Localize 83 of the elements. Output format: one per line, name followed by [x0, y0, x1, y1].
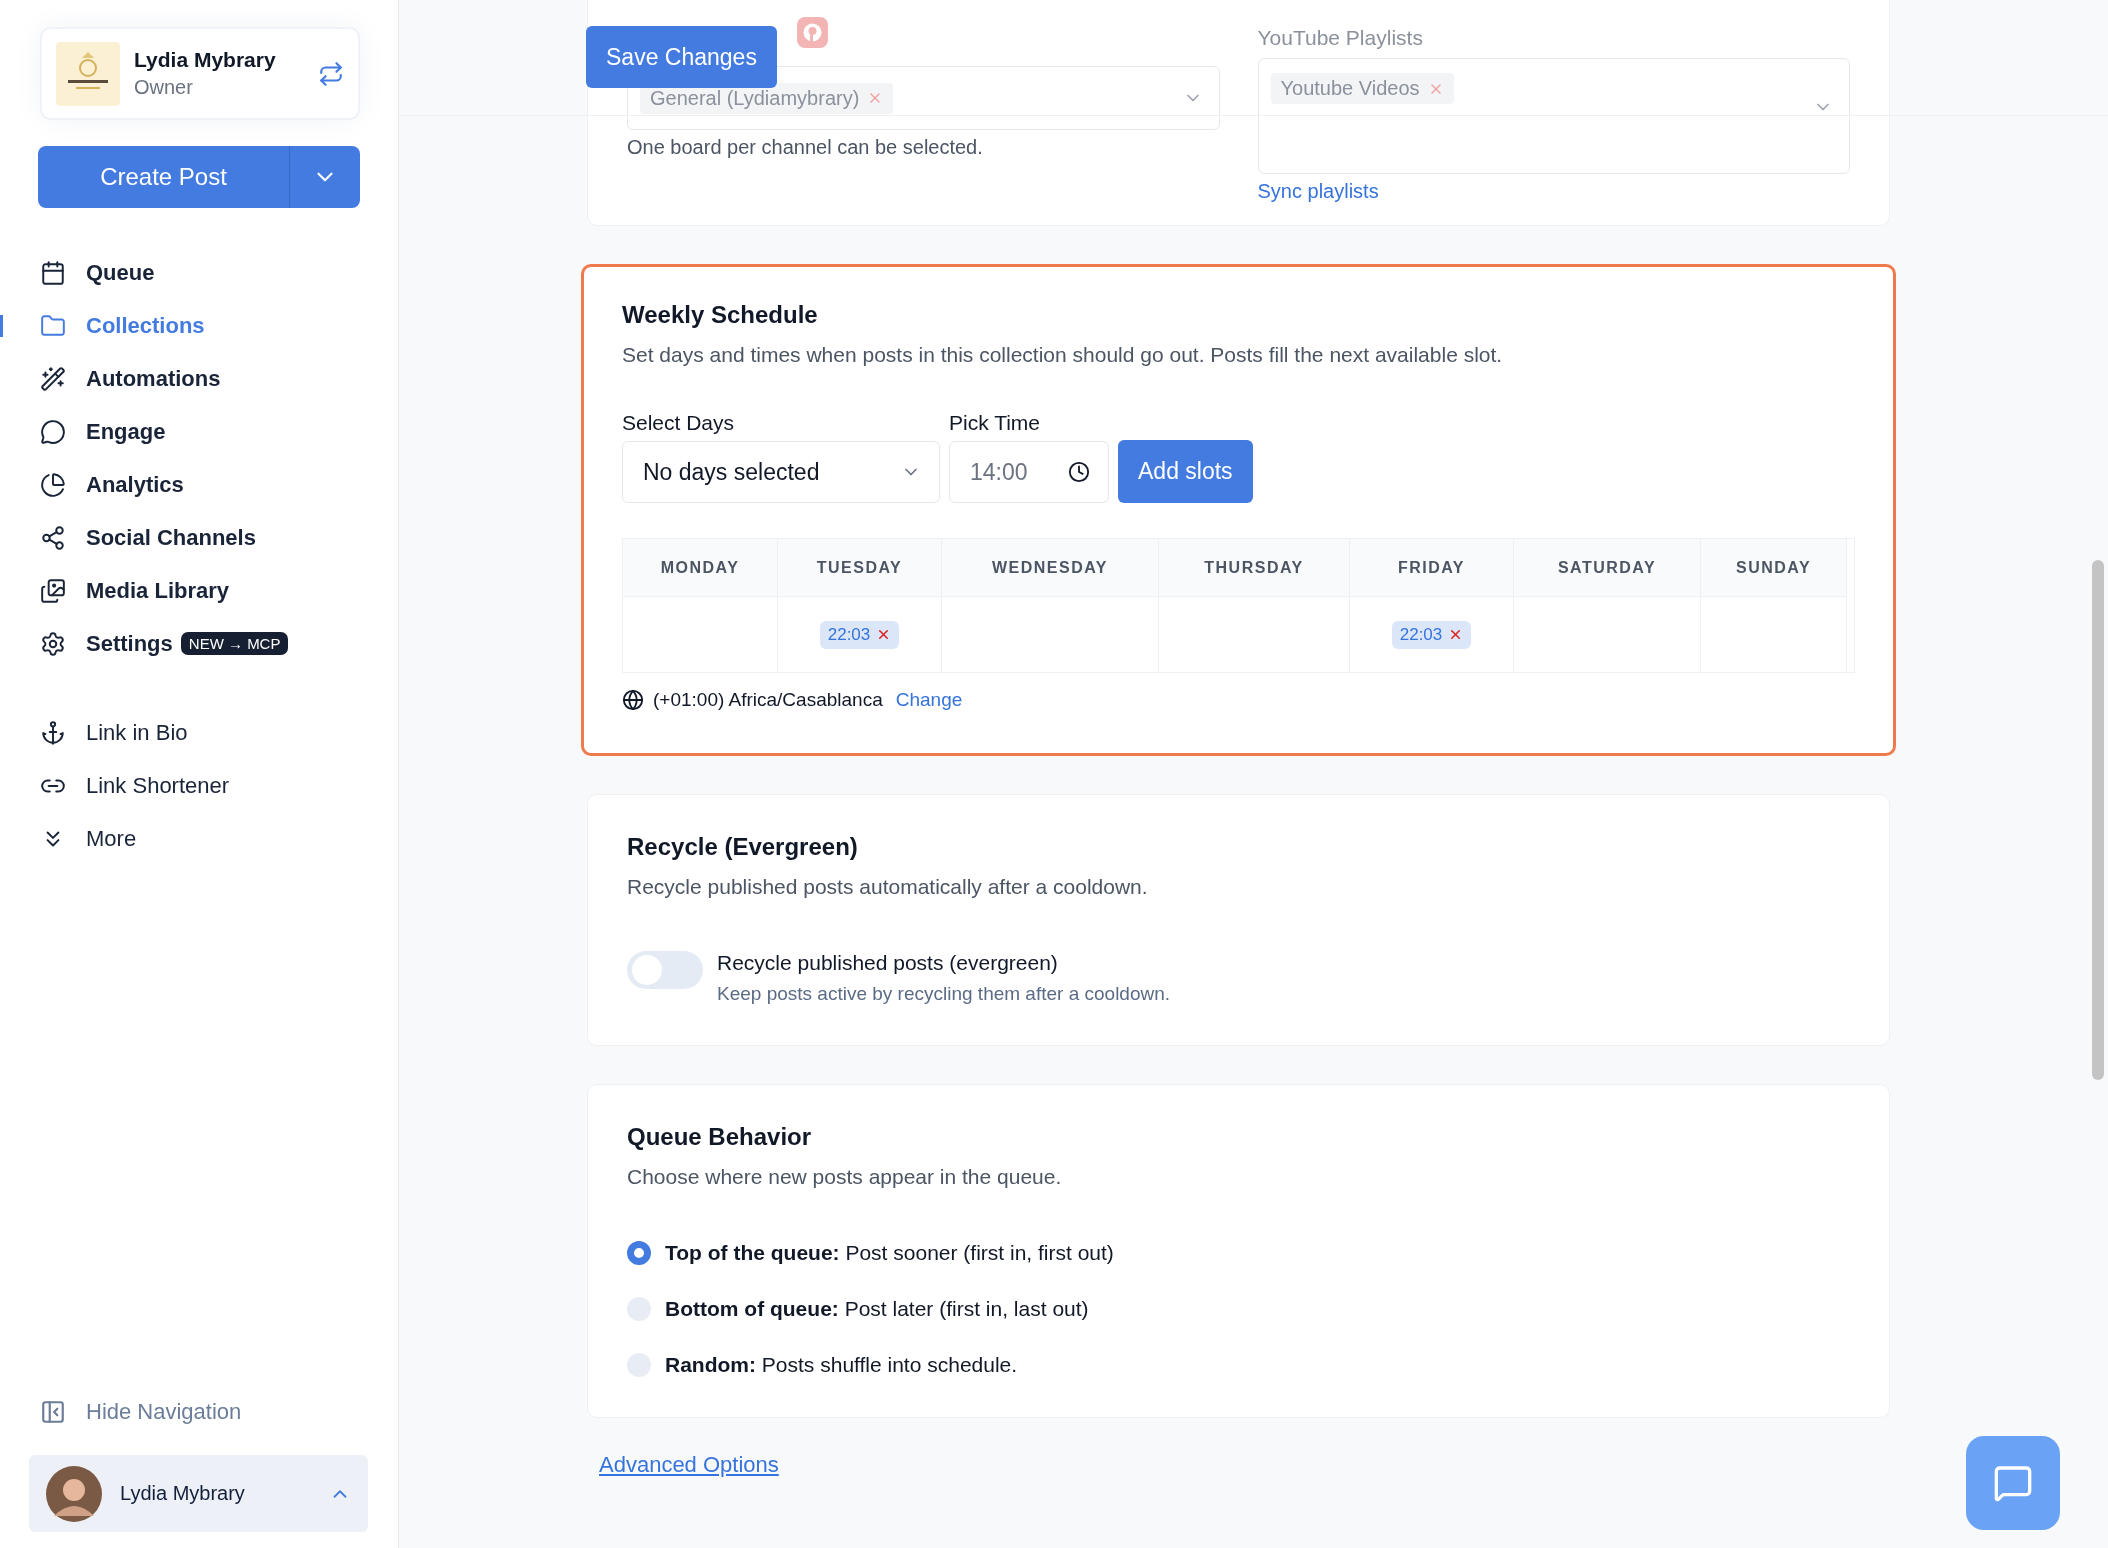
nav-label: Link in Bio [86, 719, 188, 746]
nav-item[interactable]: Link in Bio [0, 714, 398, 751]
sync-link[interactable]: Sync playlists [1257, 180, 1379, 202]
nav-item[interactable]: Media Library [0, 572, 398, 609]
days-select[interactable]: No days selected [622, 441, 940, 503]
clock-icon [1068, 461, 1090, 483]
nav-label: Engage [86, 418, 166, 445]
day-header: MONDAY [623, 539, 778, 597]
nav-item[interactable]: Queue [0, 254, 398, 291]
change-link[interactable]: Change [895, 689, 963, 711]
new-badge: NEW → MCP [180, 632, 289, 655]
nav-label: Collections [86, 312, 205, 339]
section-title: Recycle (Evergreen) [627, 833, 859, 861]
nav-item[interactable]: Settings NEW → MCP [0, 625, 398, 662]
globe-icon [622, 689, 644, 711]
radio-button[interactable] [627, 1241, 651, 1265]
pie-chart-icon [40, 471, 66, 498]
field-label: Select Days [622, 411, 736, 435]
section-description: Set days and times when posts in this collection should go out. Posts fill the next available slot. [622, 343, 1504, 367]
folder-icon [40, 312, 66, 339]
calendar-icon [40, 259, 66, 286]
user-name: Lydia Mybrary [120, 1482, 246, 1505]
magic-wand-icon [40, 365, 66, 392]
nav-item[interactable]: Analytics [0, 466, 398, 503]
day-header: SUNDAY [1701, 539, 1847, 597]
playlist-chip: Youtube Videos [1270, 73, 1454, 104]
section-title: Weekly Schedule [622, 301, 819, 329]
advanced-options-link[interactable]: Advanced Options [599, 1452, 779, 1477]
scrollbar[interactable] [2092, 560, 2104, 1080]
toggle-label: Recycle published posts (evergreen) [717, 951, 1059, 975]
nav-label: Analytics [86, 471, 184, 498]
option-label: Bottom of queue: Post later (first in, last out) [665, 1297, 1089, 1321]
nav-label: Media Library [86, 577, 230, 604]
nav-item[interactable]: Automations [0, 360, 398, 397]
board-hint: One board per channel can be selected. [627, 136, 984, 159]
settings-icon [40, 630, 66, 657]
nav-item[interactable]: Engage [0, 413, 398, 450]
section-description: Recycle published posts automatically after a cooldown. [627, 875, 1149, 899]
nav-item[interactable]: Link Shortener [0, 767, 398, 804]
nav-label: Automations [86, 365, 221, 392]
nav-label: Queue [86, 259, 155, 286]
hide-navigation-link[interactable]: Hide Navigation [0, 1399, 398, 1425]
nav-item[interactable]: Collections [0, 307, 398, 344]
nav-label: Link Shortener [86, 772, 230, 799]
toggle-switch[interactable] [627, 951, 703, 989]
user-menu[interactable]: Lydia Mybrary [29, 1455, 368, 1532]
field-label: YouTube Playlists [1257, 26, 1424, 50]
day-header: TUESDAY [778, 539, 942, 597]
switch-icon[interactable] [318, 60, 344, 87]
timezone: (+01:00) Africa/Casablanca [653, 689, 883, 711]
nav-label: Hide Navigation [86, 1399, 242, 1425]
account-name: Lydia Mybrary [134, 48, 277, 72]
time-field[interactable]: 14:00 [949, 441, 1109, 503]
images-icon [40, 577, 66, 604]
nav-label: Settings [86, 630, 173, 657]
toggle-hint: Keep posts active by recycling them after a cooldown. [717, 983, 1171, 1005]
account-role: Owner [134, 76, 194, 99]
pinterest-icon [797, 17, 828, 48]
save-changes-button[interactable]: Save Changes [586, 26, 777, 88]
option-label: Random: Posts shuffle into schedule. [665, 1353, 1018, 1377]
option-label: Top of the queue: Post sooner (first in, first out) [665, 1241, 1114, 1265]
day-header: THURSDAY [1159, 539, 1350, 597]
add-slots-button[interactable]: Add slots [1118, 440, 1253, 503]
time-slot-chip[interactable]: 22:03 [819, 620, 900, 649]
panel-collapse-icon [40, 1399, 66, 1425]
account-card[interactable]: Lydia Mybrary Owner [40, 27, 360, 120]
nav-item[interactable]: Social Channels [0, 519, 398, 556]
nav-item[interactable]: More [0, 820, 398, 857]
share-icon [40, 524, 66, 551]
day-header: WEDNESDAY [942, 539, 1159, 597]
section-title: Queue Behavior [627, 1123, 813, 1151]
speech-bubble-icon [40, 418, 66, 445]
day-header: SATURDAY [1514, 539, 1701, 597]
field-label: Pick Time [949, 411, 1041, 435]
time-slot-chip[interactable]: 22:03 [1391, 620, 1472, 649]
day-header: FRIDAY [1350, 539, 1514, 597]
chat-button[interactable] [1966, 1436, 2060, 1530]
avatar [46, 1465, 102, 1522]
chat-icon [1993, 1463, 2033, 1503]
nav-label: More [86, 825, 137, 852]
nav-label: Social Channels [86, 524, 256, 551]
section-description: Choose where new posts appear in the queue. [627, 1165, 1063, 1189]
anchor-icon [40, 719, 66, 746]
